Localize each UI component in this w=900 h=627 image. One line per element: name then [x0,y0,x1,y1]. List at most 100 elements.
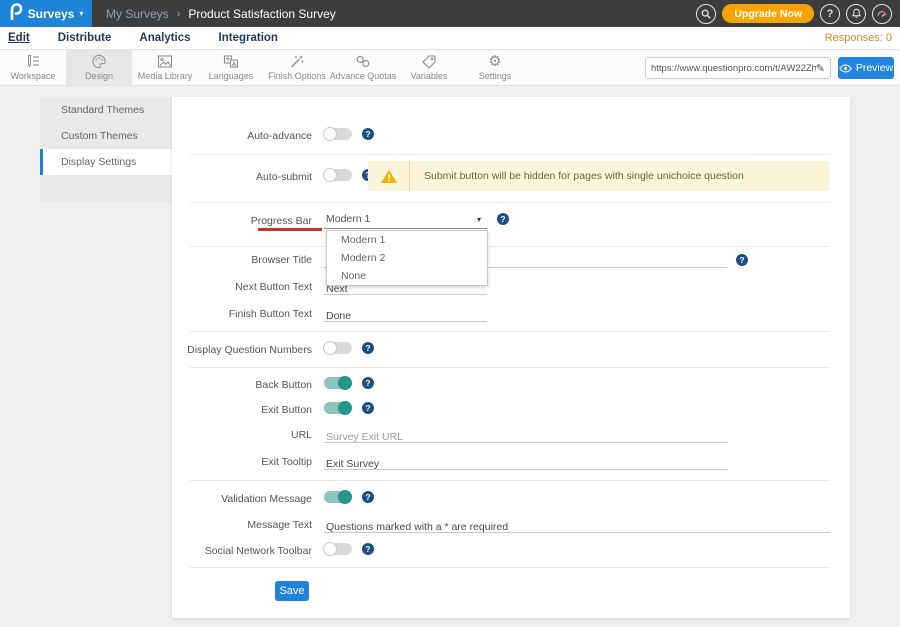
dropdown-option-modern-2[interactable]: Modern 2 [327,249,487,267]
magic-wand-icon [289,54,305,69]
auto-submit-label: Auto-submit [172,171,312,183]
breadcrumb-current: Product Satisfaction Survey [188,7,335,21]
exit-button-help-icon[interactable]: ? [362,402,374,414]
divider [190,154,830,155]
survey-url-input[interactable] [651,63,816,74]
social-network-toolbar-toggle[interactable] [324,543,352,555]
warning-banner: Submit button will be hidden for pages w… [368,161,830,191]
exit-url-label: URL [172,429,312,441]
warning-triangle-icon [380,169,398,184]
annotation-underline [258,228,322,231]
toolbar-workspace[interactable]: Workspace [0,50,66,85]
auto-submit-toggle[interactable] [324,169,352,181]
browser-title-help-icon[interactable]: ? [736,254,748,266]
sidebar-item-display-settings[interactable]: Display Settings [40,149,172,175]
social-network-toolbar-help-icon[interactable]: ? [362,543,374,555]
divider [190,567,830,568]
exit-url-input[interactable] [324,431,727,443]
tab-distribute[interactable]: Distribute [58,32,112,45]
design-toolbar: Workspace Design Media Library Languages… [0,50,900,86]
finish-button-text-label: Finish Button Text [172,308,312,320]
sidebar-item-standard-themes[interactable]: Standard Themes [40,97,172,123]
survey-nav: Edit Distribute Analytics Integration Re… [0,27,900,50]
topbar-actions: Upgrade Now ? [696,4,892,24]
divider [190,331,830,332]
validation-message-toggle[interactable] [324,491,352,503]
preview-button[interactable]: Preview [838,57,894,79]
browser-title-label: Browser Title [172,254,312,266]
finish-button-text-input[interactable] [324,310,487,322]
search-icon [700,8,712,20]
eye-icon [839,64,852,73]
message-text-field [324,517,830,533]
chevron-down-icon: ▾ [79,9,83,18]
tab-edit[interactable]: Edit [8,32,30,45]
divider [190,367,830,368]
auto-advance-help-icon[interactable]: ? [362,128,374,140]
toolbar-design[interactable]: Design [66,50,132,85]
breadcrumb-parent-link[interactable]: My Surveys [106,7,169,21]
brand-label: Surveys [28,7,75,21]
validation-message-help-icon[interactable]: ? [362,491,374,503]
breadcrumb: My Surveys › Product Satisfaction Survey [106,7,336,21]
media-image-icon [157,54,173,69]
back-button-label: Back Button [172,379,312,391]
top-header-bar: Surveys ▾ My Surveys › Product Satisfact… [0,0,900,27]
search-button[interactable] [696,4,716,24]
survey-url-box: ✎ [645,57,831,79]
message-text-input[interactable] [324,521,830,533]
exit-button-toggle[interactable] [324,402,352,414]
responses-count[interactable]: Responses: 0 [825,32,892,44]
auto-advance-toggle[interactable] [324,128,352,140]
dropdown-option-none[interactable]: None [327,267,487,285]
sidebar-item-custom-themes[interactable]: Custom Themes [40,123,172,149]
upgrade-button[interactable]: Upgrade Now [722,4,814,23]
social-network-toolbar-label: Social Network Toolbar [172,545,312,557]
edit-url-pencil-icon[interactable]: ✎ [816,62,825,75]
toolbar-settings[interactable]: ⚙ Settings [462,50,528,85]
tag-icon [421,54,437,69]
back-button-toggle[interactable] [324,377,352,389]
translate-icon [223,54,239,69]
gauge-icon [876,8,888,20]
breadcrumb-separator: › [177,8,181,20]
notifications-button[interactable] [846,4,866,24]
save-button[interactable]: Save [275,581,309,601]
toolbar-languages[interactable]: Languages [198,50,264,85]
display-question-numbers-toggle[interactable] [324,342,352,354]
divider [190,246,830,247]
progress-bar-dropdown: Modern 1 Modern 2 None [326,230,488,286]
sidebar-filler [40,175,172,202]
progress-bar-selected-value: Modern 1 [324,211,487,227]
toolbar-finish-options[interactable]: Finish Options [264,50,330,85]
dropdown-option-modern-1[interactable]: Modern 1 [327,231,487,249]
exit-url-field [324,427,727,443]
product-switcher[interactable]: Surveys ▾ [0,0,92,27]
chain-links-icon [355,54,371,69]
warning-message: Submit button will be hidden for pages w… [410,170,744,182]
display-question-numbers-help-icon[interactable]: ? [362,342,374,354]
auto-advance-label: Auto-advance [172,130,312,142]
toolbar-variables[interactable]: Variables [396,50,462,85]
exit-tooltip-input[interactable] [324,458,727,470]
design-sidebar: Standard Themes Custom Themes Display Se… [40,97,172,202]
exit-tooltip-field [324,454,727,470]
tab-integration[interactable]: Integration [219,32,278,45]
divider [190,202,830,203]
help-button[interactable]: ? [820,4,840,24]
exit-tooltip-label: Exit Tooltip [172,456,312,468]
progress-bar-label: Progress Bar [172,215,312,227]
tab-analytics[interactable]: Analytics [139,32,190,45]
toolbar-advance-quotas[interactable]: Advance Quotas [330,50,396,85]
usage-meter-button[interactable] [872,4,892,24]
progress-bar-select[interactable]: Modern 1 ▾ [324,211,487,229]
bell-icon [851,8,862,19]
message-text-label: Message Text [172,519,312,531]
display-question-numbers-label: Display Question Numbers [172,344,312,356]
next-button-text-label: Next Button Text [172,281,312,293]
progress-bar-help-icon[interactable]: ? [497,213,509,225]
design-palette-icon [91,54,107,69]
toolbar-media-library[interactable]: Media Library [132,50,198,85]
back-button-help-icon[interactable]: ? [362,377,374,389]
chevron-down-icon: ▾ [477,215,481,224]
